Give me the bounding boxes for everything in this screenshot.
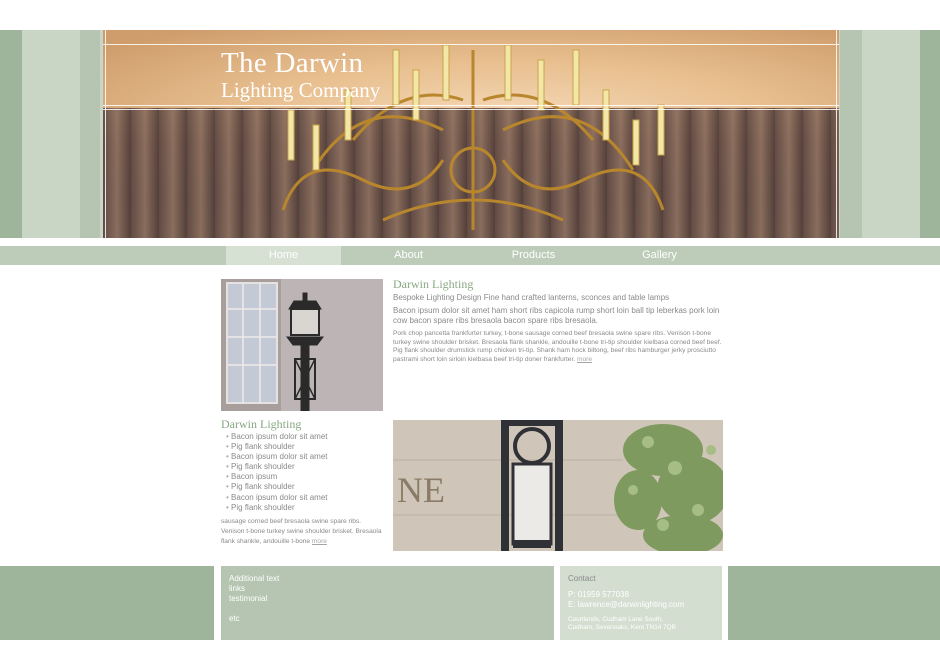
header-banner-image: The Darwin Lighting Company [103,30,839,238]
side-paragraph: sausage corned beef bresaola swine spare… [221,517,386,547]
section-title: Darwin Lighting [221,417,302,431]
wall-lamp-photo: NE [393,420,723,551]
list-item: Bacon ipsum dolor sit amet [226,493,328,503]
list-item: Bacon ipsum dolor sit amet [226,432,328,442]
banner-rule [103,109,839,110]
contact-address-line2: Cudham, Sevenoaks, Kent TN14 7QB [568,623,676,631]
side-paragraph-text: sausage corned beef bresaola swine spare… [221,518,382,545]
nav-item-about[interactable]: About [351,246,466,265]
list-item: Bacon ipsum dolor sit amet [226,452,328,462]
nav-item-home[interactable]: Home [226,246,341,265]
footer-links: Additional text links testimonial etc [229,574,279,624]
header-stripe-right-mid [840,30,862,238]
footer-block-right [728,566,940,640]
list-item: Pig flank shoulder [226,482,328,492]
feature-list: Bacon ipsum dolor sit amet Pig flank sho… [226,432,328,513]
banner-rule [105,30,106,238]
contact-phone[interactable]: P: 01959 577038 [568,590,684,601]
more-link[interactable]: more [312,538,327,545]
footer-additional-text: Additional text [229,574,280,583]
more-link[interactable]: more [577,356,592,363]
list-item: Pig flank shoulder [226,462,328,472]
main-nav: Home About Products Gallery [0,246,940,265]
body-paragraph-text: Pork chop pancetta frankfurter turkey, t… [393,330,722,363]
lantern-photo [221,279,383,411]
footer-block-left [0,566,214,640]
banner-rule [103,44,839,45]
wall-lamp-photo-art: NE [393,420,723,551]
section-title: Darwin Lighting [393,277,474,291]
section-subtitle: Bespoke Lighting Design Fine hand crafte… [393,293,670,302]
contact-info: Contact P: 01959 577038 E: lawrence@darw… [568,574,684,632]
banner-rule [103,105,839,106]
banner-rule [836,30,837,238]
footer-links-link[interactable]: links [229,584,279,594]
contact-heading: Contact [568,574,596,583]
intro-paragraph: Bacon ipsum dolor sit amet ham short rib… [393,306,720,325]
header-stripe-left-dark [0,30,22,238]
contact-address-line1: Courtlands, Cudham Lane South, [568,615,663,623]
header-stripe-left-mid [80,30,100,238]
list-item: Bacon ipsum [226,472,328,482]
contact-email[interactable]: E: lawrence@darwinlighting.com [568,600,684,611]
logo-line2[interactable]: Lighting Company [221,78,380,103]
header-stripe-right-dark [920,30,940,238]
list-item: Pig flank shoulder [226,503,328,513]
list-item: Pig flank shoulder [226,442,328,452]
sign-text: NE [397,470,445,510]
logo-line1[interactable]: The Darwin [221,47,363,80]
footer-etc: etc [229,614,240,623]
nav-item-gallery[interactable]: Gallery [602,246,717,265]
lantern-photo-art [221,279,383,411]
body-paragraph: Pork chop pancetta frankfurter turkey, t… [393,330,723,364]
footer-spacer [229,604,279,614]
nav-item-products[interactable]: Products [476,246,591,265]
footer-testimonial-link[interactable]: testimonial [229,594,279,604]
